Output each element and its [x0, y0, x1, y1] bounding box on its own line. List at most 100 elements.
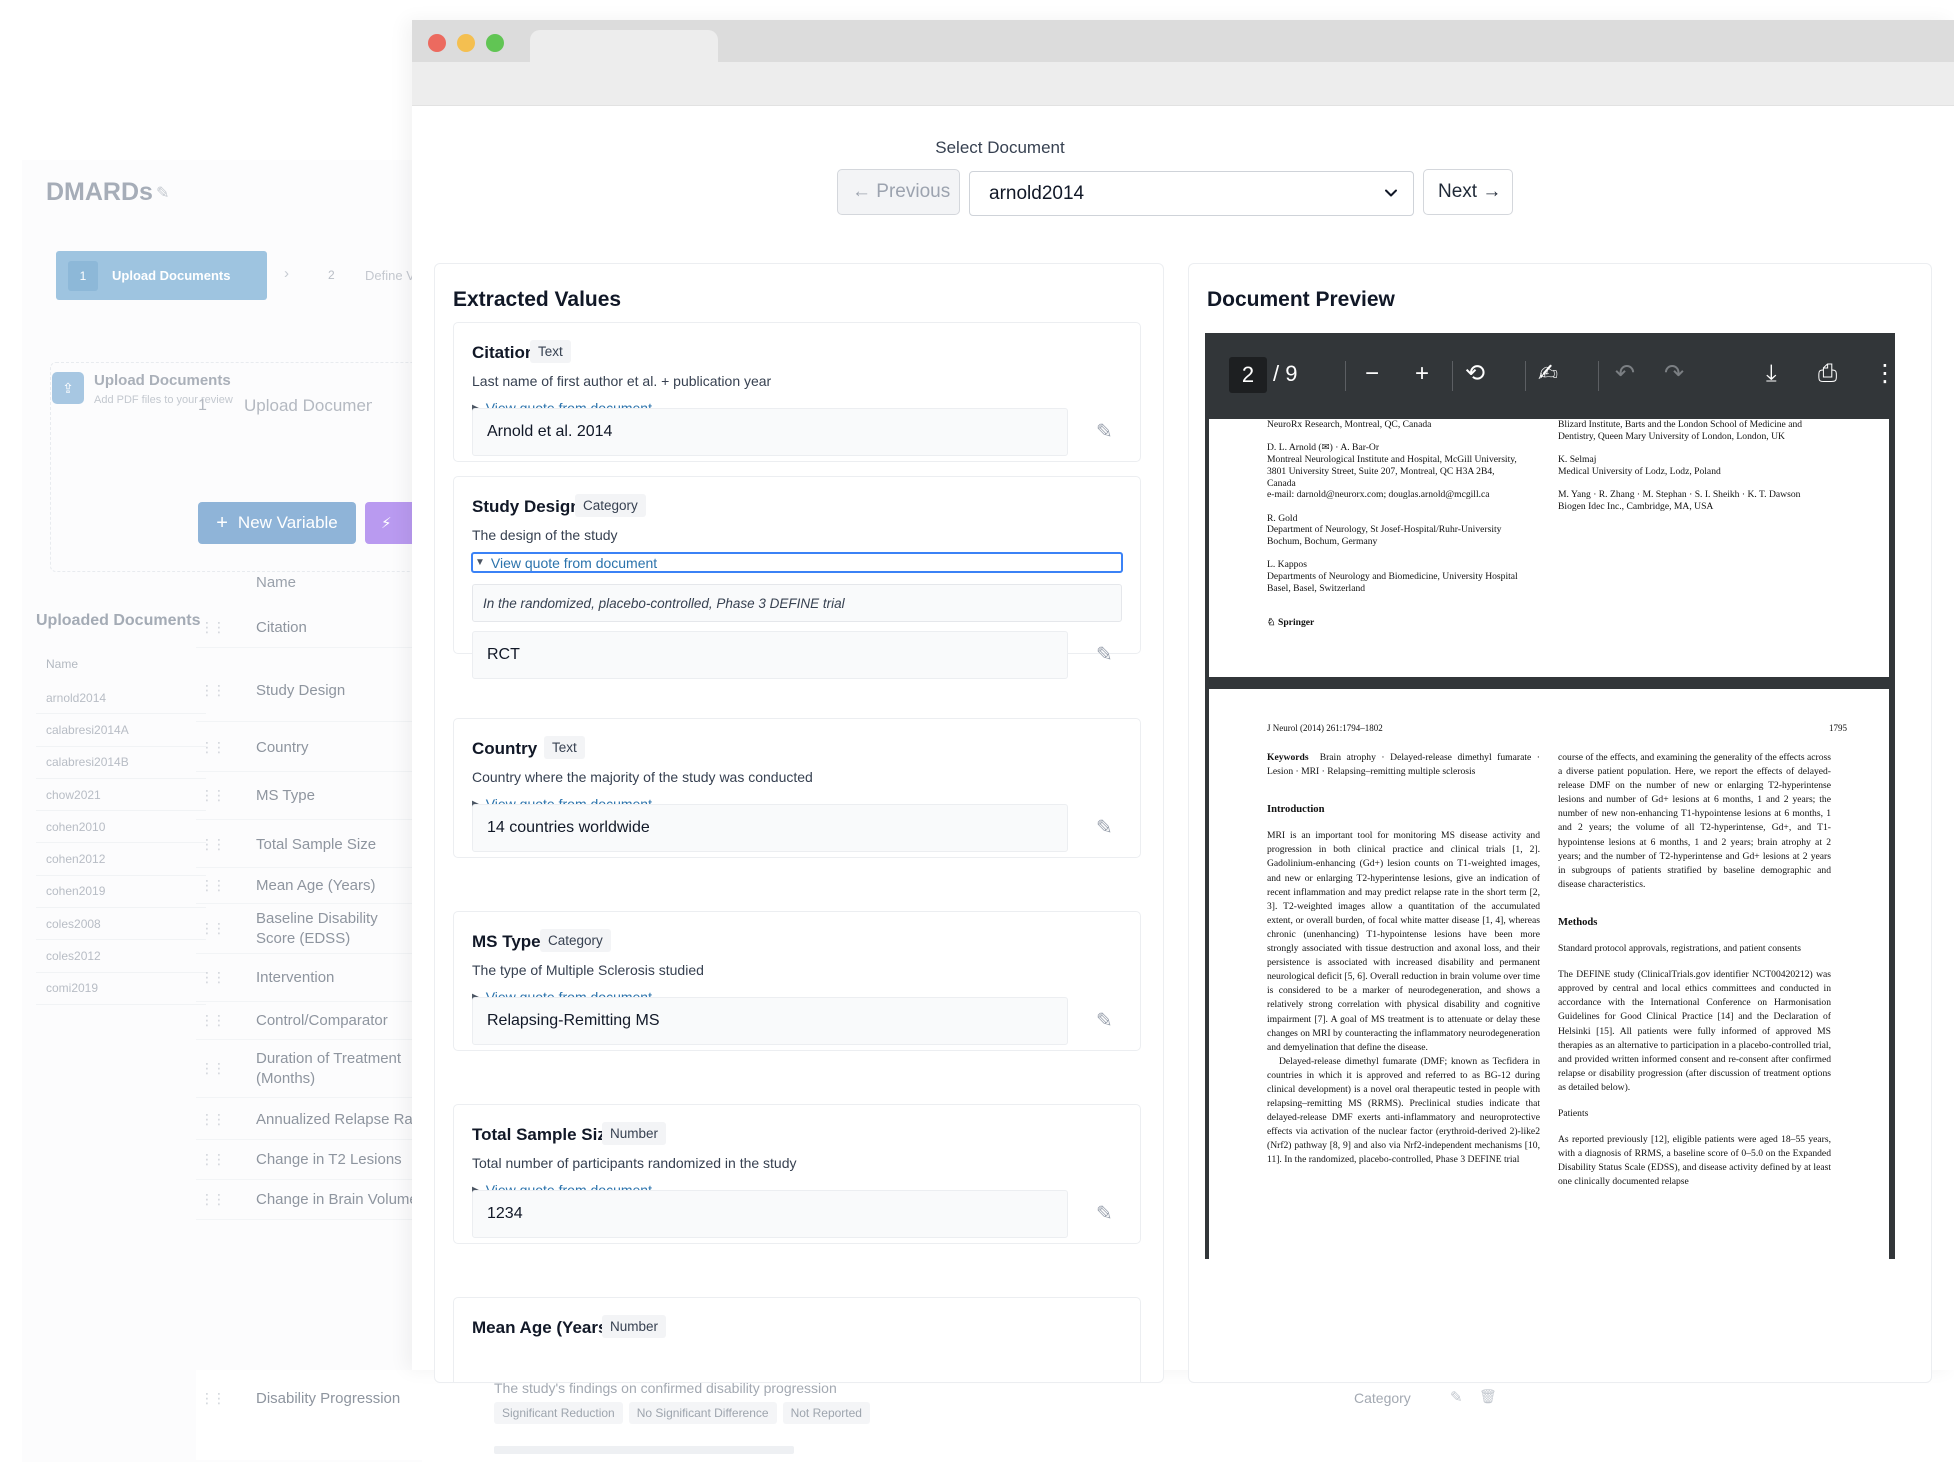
zoom-in-icon[interactable]: + — [1415, 359, 1429, 389]
variable-row[interactable]: ⋮⋮ Country — [196, 724, 412, 772]
field-value[interactable]: 1234 — [472, 1190, 1068, 1238]
variable-row[interactable]: ⋮⋮ Baseline Disability Score (EDSS) — [196, 904, 412, 954]
redo-icon[interactable]: ↷ — [1664, 359, 1684, 389]
selected-document: arnold2014 — [989, 182, 1085, 204]
pencil-icon[interactable]: ✎ — [1096, 419, 1113, 444]
edit-title-icon[interactable]: ✎ — [156, 183, 169, 203]
undo-icon[interactable]: ↶ — [1615, 359, 1635, 389]
drag-handle-icon[interactable]: ⋮⋮ — [196, 877, 256, 894]
affiliation-line: Montreal Neurological Institute and Hosp… — [1267, 454, 1517, 466]
uploaded-document-row[interactable]: arnold2014 — [36, 682, 206, 715]
annotate-icon[interactable]: ✍ — [1538, 359, 1558, 389]
pencil-icon[interactable]: ✎ — [1096, 1201, 1113, 1226]
variable-name: Disability Progression — [256, 1390, 401, 1407]
field-value[interactable]: Relapsing-Remitting MS — [472, 997, 1068, 1045]
uploaded-document-row[interactable]: coles2012 — [36, 940, 206, 973]
uploaded-document-row[interactable]: cohen2019 — [36, 876, 206, 909]
drag-handle-icon[interactable]: ⋮⋮ — [200, 1390, 226, 1407]
page-number-input[interactable]: 2 — [1229, 357, 1267, 393]
drag-handle-icon[interactable]: ⋮⋮ — [196, 787, 256, 804]
step-upload-documents[interactable]: 1 Upload Documents — [56, 251, 267, 300]
uploaded-document-row[interactable]: comi2019 — [36, 973, 206, 1005]
download-icon[interactable]: ⤓ — [1766, 359, 1777, 389]
previous-button[interactable]: ← Previous — [837, 169, 960, 215]
uploaded-document-row[interactable]: coles2008 — [36, 908, 206, 941]
drag-handle-icon[interactable]: ⋮⋮ — [196, 1151, 256, 1168]
screenshot-root: DMARDs ✎ 1 Upload Documents › 2 Define V… — [0, 0, 1954, 1462]
variable-row[interactable]: ⋮⋮ Mean Age (Years) — [196, 868, 412, 904]
print-icon[interactable]: ⎙ — [1818, 359, 1837, 389]
affiliation-line: e-mail: darnold@neurorx.com; douglas.arn… — [1267, 489, 1490, 501]
variable-row[interactable]: ⋮⋮ Citation — [196, 608, 412, 648]
affiliation-line: Basel, Basel, Switzerland — [1267, 582, 1366, 594]
field-type-badge: Text — [544, 736, 585, 759]
variable-row[interactable]: ⋮⋮ Total Sample Size — [196, 822, 412, 868]
field-value[interactable]: Arnold et al. 2014 — [472, 408, 1068, 456]
pencil-icon[interactable]: ✎ — [1450, 1388, 1463, 1406]
variable-row[interactable]: ⋮⋮ Change in Brain Volume — [196, 1180, 412, 1220]
field-value[interactable]: 14 countries worldwide — [472, 804, 1068, 852]
variable-row[interactable]: ⋮⋮ Intervention — [196, 954, 412, 1002]
pencil-icon[interactable]: ✎ — [1096, 642, 1113, 667]
variable-row[interactable]: ⋮⋮ Control/Comparator — [196, 1002, 412, 1040]
step-overlay-upload[interactable]: 1 Upload Documents — [198, 380, 418, 432]
variable-row[interactable]: ⋮⋮ Study Design — [196, 660, 412, 722]
variable-row[interactable]: ⋮⋮ Annualized Relapse Rate — [196, 1100, 412, 1140]
option-tag: Not Reported — [782, 1402, 870, 1424]
page-total: / 9 — [1273, 361, 1298, 386]
drag-handle-icon[interactable]: ⋮⋮ — [196, 1012, 256, 1029]
affiliation-line: R. Gold — [1267, 512, 1298, 524]
variable-row[interactable]: ⋮⋮ Duration of Treatment (Months) — [196, 1040, 412, 1098]
browser-tab[interactable] — [530, 30, 718, 62]
step-label: Upload Documents — [244, 396, 372, 415]
drag-handle-icon[interactable]: ⋮⋮ — [196, 1111, 256, 1128]
more-options-icon[interactable]: ⋮ — [1873, 359, 1895, 389]
pencil-icon[interactable]: ✎ — [1096, 1008, 1113, 1033]
drag-handle-icon[interactable]: ⋮⋮ — [196, 739, 256, 756]
variable-row[interactable]: ⋮⋮ MS Type — [196, 772, 412, 820]
field-type-badge: Number — [602, 1122, 667, 1145]
document-select[interactable]: arnold2014 — [969, 171, 1414, 216]
toolbar-divider — [1345, 361, 1346, 391]
uploaded-document-row[interactable]: cohen2010 — [36, 811, 206, 844]
uploaded-document-row[interactable]: chow2021 — [36, 779, 206, 812]
rotate-icon[interactable]: ⟲ — [1465, 359, 1485, 389]
drag-handle-icon[interactable]: ⋮⋮ — [196, 619, 256, 636]
affiliation-line: L. Kappos — [1267, 559, 1307, 571]
close-window-icon[interactable] — [428, 34, 446, 52]
next-button[interactable]: Next → — [1423, 169, 1513, 215]
review-content: Select Document ← Previous arnold2014 Ne… — [412, 106, 1954, 1383]
drag-handle-icon[interactable]: ⋮⋮ — [196, 1191, 256, 1208]
field-name: Country — [472, 739, 538, 758]
step-2-number[interactable]: 2 — [328, 268, 335, 282]
variable-row[interactable]: ⋮⋮ Change in T2 Lesions — [196, 1140, 412, 1180]
option-tag: No Significant Difference — [628, 1402, 777, 1424]
trash-icon[interactable]: 🗑 — [1479, 1388, 1497, 1405]
minimize-window-icon[interactable] — [457, 34, 475, 52]
drag-handle-icon[interactable]: ⋮⋮ — [196, 836, 256, 853]
drag-handle-icon[interactable]: ⋮⋮ — [196, 682, 256, 699]
drag-handle-icon[interactable]: ⋮⋮ — [196, 920, 256, 937]
affiliation-line: Bochum, Bochum, Germany — [1267, 536, 1378, 547]
drag-handle-icon[interactable]: ⋮⋮ — [196, 969, 256, 986]
pdf-viewer[interactable]: 2 / 9 − + ⟲ ✍ ↶ ↷ ⤓ ⎙ ⋮ NeuroRx Research… — [1205, 333, 1895, 1259]
field-country: Country Text Country where the majority … — [453, 718, 1141, 858]
affiliation-line: Departments of Neurology and Biomedicine… — [1267, 571, 1518, 583]
new-variable-button[interactable]: + New Variable — [198, 502, 356, 544]
field-name: Citation — [472, 343, 536, 362]
field-ms-type: MS Type Category The type of Multiple Sc… — [453, 911, 1141, 1051]
drag-handle-icon[interactable]: ⋮⋮ — [196, 1060, 256, 1077]
uploaded-document-row[interactable]: cohen2012 — [36, 843, 206, 876]
field-mean-age: Mean Age (Years) Number — [453, 1297, 1141, 1382]
step-2-label[interactable]: Define Variables — [365, 268, 413, 283]
variable-row-disability-progression[interactable]: ⋮⋮ Disability Progression The study's fi… — [196, 1370, 1536, 1460]
zoom-out-icon[interactable]: − — [1365, 359, 1379, 389]
view-quote-toggle[interactable]: ▼ View quote from document — [471, 552, 1123, 573]
affiliation-line: Blizard Institute, Barts and the London … — [1558, 419, 1803, 430]
uploaded-document-row[interactable]: calabresi2014A — [36, 714, 206, 747]
field-value[interactable]: RCT — [472, 631, 1068, 679]
pdf-page-1: NeuroRx Research, Montreal, QC, Canada D.… — [1209, 419, 1889, 677]
maximize-window-icon[interactable] — [486, 34, 504, 52]
uploaded-document-row[interactable]: calabresi2014B — [36, 747, 206, 779]
pencil-icon[interactable]: ✎ — [1096, 815, 1113, 840]
